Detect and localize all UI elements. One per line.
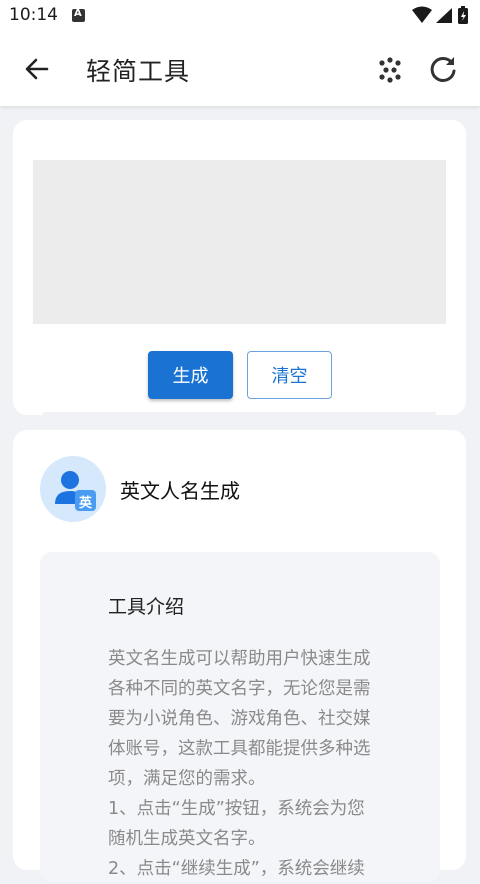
notification-icon: A <box>72 8 85 22</box>
status-time: 10:14 <box>9 5 58 25</box>
result-area <box>33 160 446 324</box>
intro-text: 英文名生成可以帮助用户快速生成各种不同的英文名字，无论您是需要为小说角色、游戏角… <box>108 649 371 879</box>
tool-info-card: 英 英文人名生成 工具介绍 英文名生成可以帮助用户快速生成各种不同的英文名字，无… <box>13 430 466 882</box>
generate-button[interactable]: 生成 <box>148 351 233 399</box>
status-bar: 10:14 A <box>0 0 480 32</box>
signal-icon <box>436 8 452 23</box>
arrow-back-icon <box>25 58 49 80</box>
generator-card: 生成 清空 <box>13 120 466 415</box>
page-title: 轻简工具 <box>86 57 191 86</box>
dots-grid-icon <box>379 57 401 83</box>
status-icons <box>410 6 472 30</box>
back-button[interactable] <box>22 54 52 84</box>
intro-box: 工具介绍 英文名生成可以帮助用户快速生成各种不同的英文名字，无论您是需要为小说角… <box>40 552 440 882</box>
app-bar: 轻简工具 <box>0 32 480 106</box>
avatar-badge-label: 英 <box>79 496 93 511</box>
wifi-icon <box>412 6 432 23</box>
notification-icon-label: A <box>74 8 82 19</box>
clear-button[interactable]: 清空 <box>247 351 332 399</box>
more-tools-button[interactable] <box>376 56 404 84</box>
tool-avatar: 英 <box>40 456 106 522</box>
person-badge-icon <box>55 471 96 511</box>
battery-icon <box>458 6 468 24</box>
intro-title: 工具介绍 <box>108 596 185 618</box>
tool-name: 英文人名生成 <box>120 479 240 503</box>
refresh-button[interactable] <box>427 53 459 85</box>
divider <box>43 412 436 415</box>
refresh-icon <box>430 56 456 82</box>
